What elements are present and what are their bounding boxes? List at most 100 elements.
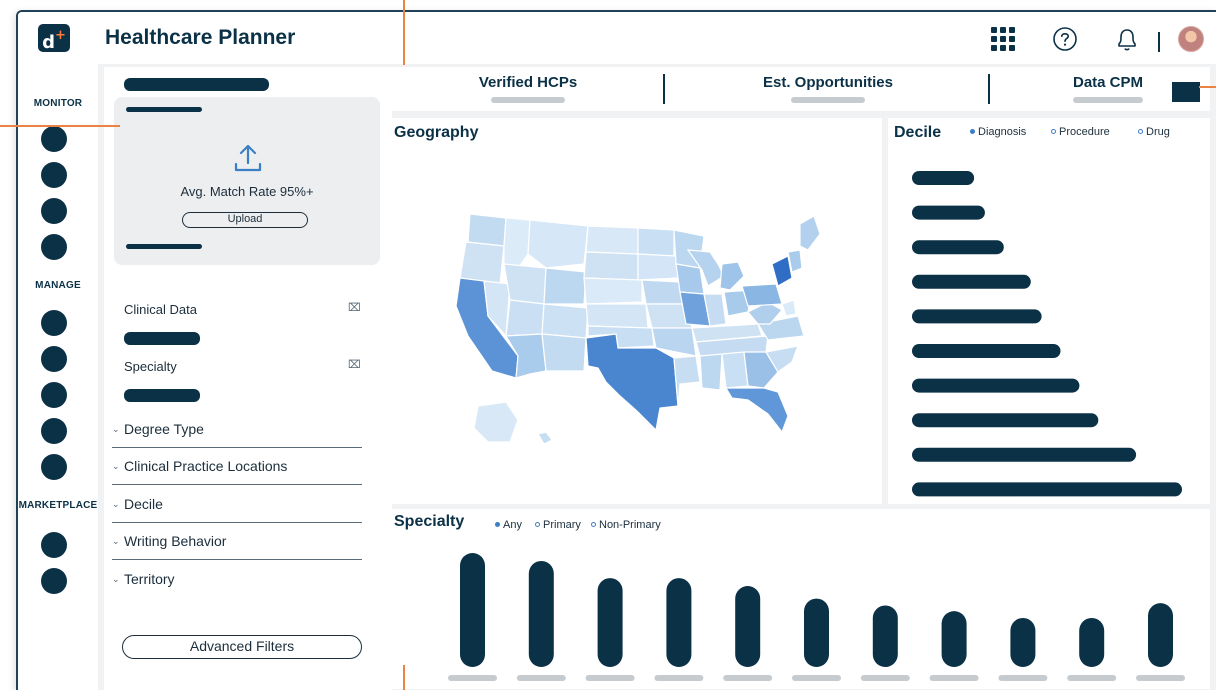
selected-filter-specialty: Specialty xyxy=(124,359,177,374)
nav-section-manage: MANAGE xyxy=(35,280,81,291)
accordion-label: Clinical Practice Locations xyxy=(124,458,288,474)
specialty-bar-label-placeholder xyxy=(792,675,841,681)
kpi-value-placeholder xyxy=(1073,97,1143,103)
upload-icon xyxy=(234,144,262,172)
specialty-bar[interactable] xyxy=(597,578,623,667)
accordion-label: Degree Type xyxy=(124,421,204,437)
geography-title: Geography xyxy=(394,124,479,141)
specialty-bar[interactable] xyxy=(804,598,829,667)
specialty-bar-label-placeholder xyxy=(516,675,566,681)
nav-item-manage-4[interactable] xyxy=(41,418,67,444)
specialty-bar-label-placeholder xyxy=(998,675,1048,681)
specialty-bar[interactable] xyxy=(1148,603,1173,667)
specialty-bar[interactable] xyxy=(872,605,898,667)
specialty-bar[interactable] xyxy=(1010,617,1036,667)
specialty-bar-label-placeholder xyxy=(929,675,979,681)
selected-filter-clinical-data: Clinical Data xyxy=(124,302,197,317)
upload-card-header-placeholder xyxy=(126,107,202,112)
nav-item-monitor-4[interactable] xyxy=(41,234,67,260)
logo-plus: + xyxy=(54,28,66,43)
accordion-decile[interactable]: ⌄ Decile xyxy=(112,486,362,523)
kpi-verified-hcps[interactable]: Verified HCPs xyxy=(448,67,608,111)
nav-item-manage-5[interactable] xyxy=(41,454,67,480)
nav-item-monitor-1[interactable] xyxy=(41,126,67,152)
kpi-marker-box xyxy=(1172,82,1200,102)
nav-item-marketplace-2[interactable] xyxy=(41,568,67,594)
nav-sidebar: MONITOR MANAGE MARKETPLACE xyxy=(18,64,98,690)
upload-card[interactable]: Avg. Match Rate 95%+ Upload xyxy=(114,97,380,265)
annotation-line-left xyxy=(0,125,120,127)
decile-bar[interactable] xyxy=(912,171,975,185)
specialty-bar-label-placeholder xyxy=(1067,675,1117,681)
nav-item-manage-3[interactable] xyxy=(41,382,67,408)
nav-section-marketplace: MARKETPLACE xyxy=(18,500,98,511)
selected-filter-value-placeholder xyxy=(124,389,200,402)
kpi-est-opportunities[interactable]: Est. Opportunities xyxy=(728,67,928,111)
accordion-writing-behavior[interactable]: ⌄ Writing Behavior xyxy=(112,523,362,560)
accordion-territory[interactable]: ⌄ Territory xyxy=(112,561,362,598)
filter-panel: Avg. Match Rate 95%+ Upload Clinical Dat… xyxy=(104,67,392,690)
specialty-bar[interactable] xyxy=(460,553,485,667)
geography-panel: Geography xyxy=(388,118,882,504)
decile-bar[interactable] xyxy=(912,274,1031,289)
decile-bar[interactable] xyxy=(912,447,1137,462)
chevron-down-icon: ⌄ xyxy=(112,574,120,584)
decile-bar[interactable] xyxy=(912,378,1080,393)
advanced-filters-button[interactable]: Advanced Filters xyxy=(122,635,362,659)
user-avatar[interactable] xyxy=(1178,26,1204,52)
kpi-title: Data CPM xyxy=(1072,74,1143,91)
app-logo[interactable]: d+ xyxy=(38,24,70,53)
decile-bar[interactable] xyxy=(912,482,1182,497)
upload-card-footer-placeholder xyxy=(126,244,202,249)
kpi-value-placeholder xyxy=(491,97,565,103)
bell-icon[interactable] xyxy=(1112,24,1142,54)
decile-bar[interactable] xyxy=(912,240,1004,255)
top-bar: d+ Healthcare Planner xyxy=(18,12,1216,64)
specialty-bar[interactable] xyxy=(528,560,554,667)
specialty-bar-label-placeholder xyxy=(860,675,910,681)
nav-item-manage-1[interactable] xyxy=(41,310,67,336)
specialty-bar-label-placeholder xyxy=(1136,675,1185,681)
decile-bar[interactable] xyxy=(912,344,1061,358)
app-window: d+ Healthcare Planner MONITOR MANAGE MAR… xyxy=(16,10,1216,690)
kpi-title: Verified HCPs xyxy=(478,74,578,91)
specialty-panel: Specialty Any Primary Non-Primary xyxy=(388,509,1210,689)
decile-bar[interactable] xyxy=(912,413,1099,428)
logo-letter: d xyxy=(42,32,55,53)
specialty-bar-label-placeholder xyxy=(585,675,635,681)
nav-section-monitor: MONITOR xyxy=(33,98,83,109)
decile-bar[interactable] xyxy=(912,309,1042,324)
nav-item-marketplace-1[interactable] xyxy=(41,532,67,558)
close-box-icon[interactable]: ⌧ xyxy=(348,358,361,371)
accordion-label: Decile xyxy=(124,496,163,512)
specialty-bar-label-placeholder xyxy=(654,675,704,681)
accordion-clinical-practice-locations[interactable]: ⌄ Clinical Practice Locations xyxy=(112,448,362,485)
kpi-title: Est. Opportunities xyxy=(762,74,893,91)
kpi-divider xyxy=(988,74,990,104)
upload-button[interactable]: Upload xyxy=(182,212,308,228)
specialty-bar[interactable] xyxy=(666,578,692,667)
kpi-divider xyxy=(663,74,665,104)
close-box-icon[interactable]: ⌧ xyxy=(348,301,361,314)
accordion-degree-type[interactable]: ⌄ Degree Type xyxy=(112,411,362,448)
decile-bar[interactable] xyxy=(912,205,985,220)
match-rate-text: Avg. Match Rate 95%+ xyxy=(180,184,314,199)
page: d+ Healthcare Planner MONITOR MANAGE MAR… xyxy=(0,0,1216,690)
us-map[interactable] xyxy=(448,206,828,456)
specialty-bar[interactable] xyxy=(735,586,761,667)
filter-header-placeholder xyxy=(124,78,269,91)
nav-item-manage-2[interactable] xyxy=(41,346,67,372)
kpi-data-cpm[interactable]: Data CPM xyxy=(1038,67,1178,111)
grid-menu-icon[interactable] xyxy=(988,24,1018,54)
topbar-divider xyxy=(1158,32,1160,52)
specialty-bar[interactable] xyxy=(941,611,967,667)
chevron-down-icon: ⌄ xyxy=(112,536,120,546)
annotation-line-top xyxy=(403,0,405,65)
decile-chart xyxy=(912,171,1182,497)
nav-item-monitor-2[interactable] xyxy=(41,162,67,188)
specialty-chart xyxy=(448,553,1185,681)
specialty-bar[interactable] xyxy=(1079,617,1105,667)
nav-item-monitor-3[interactable] xyxy=(41,198,67,224)
selected-filter-value-placeholder xyxy=(124,332,200,345)
help-icon[interactable] xyxy=(1050,24,1080,54)
